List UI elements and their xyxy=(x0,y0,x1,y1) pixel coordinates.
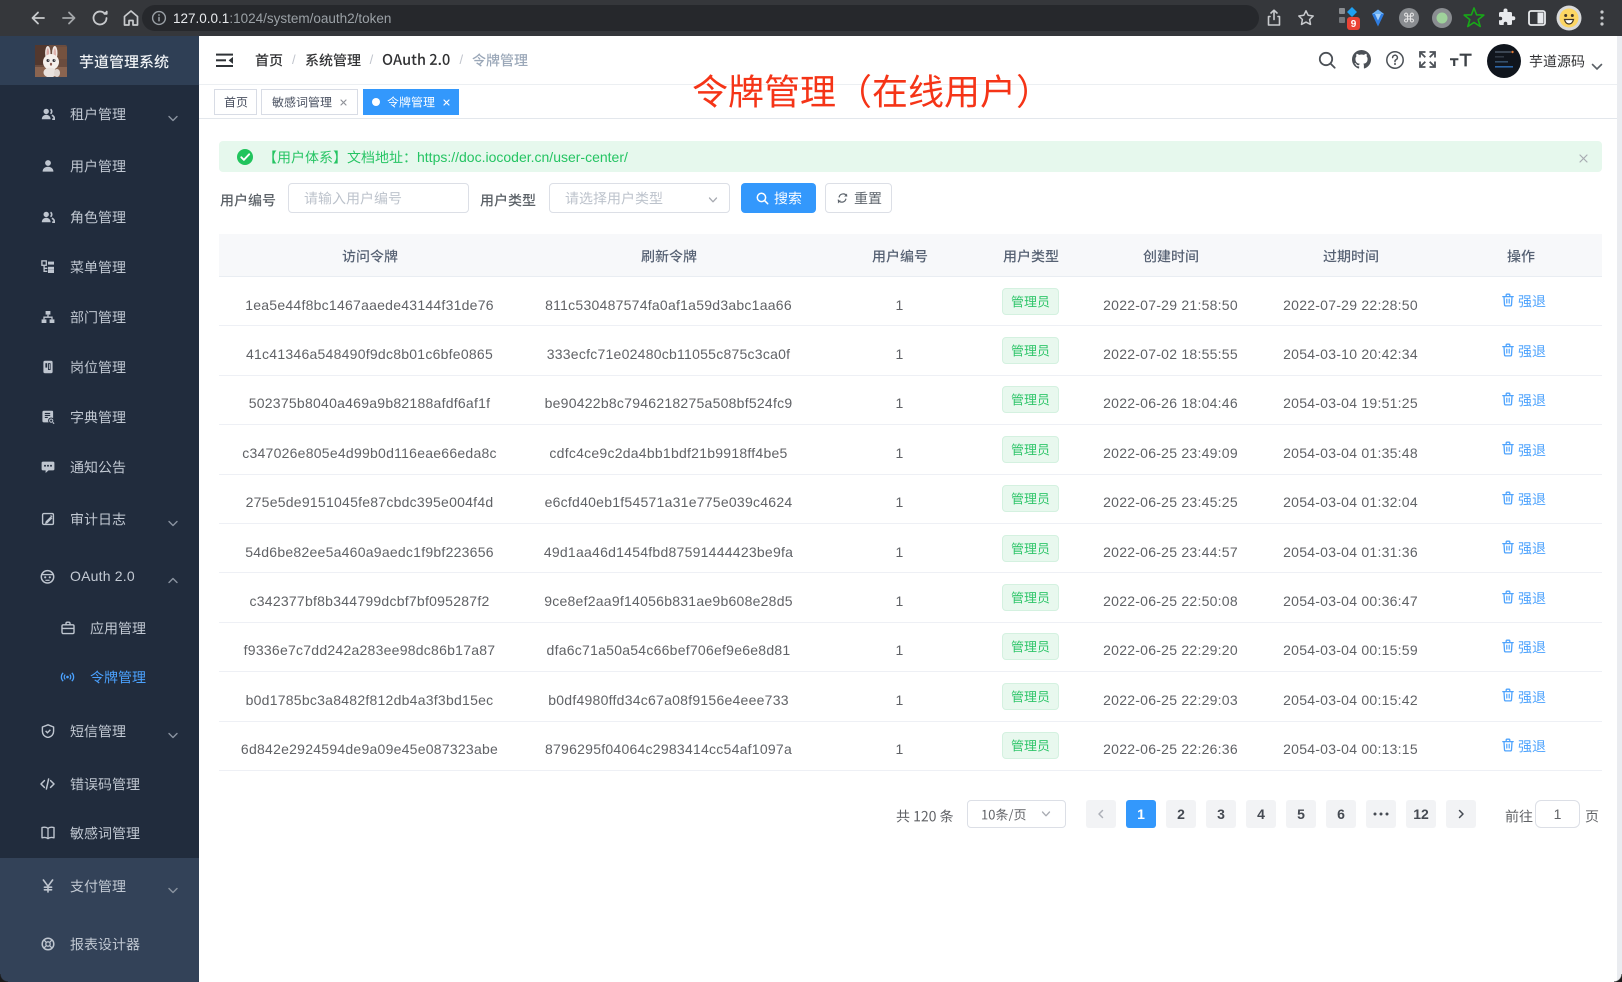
svg-text:⌘: ⌘ xyxy=(1403,11,1416,26)
svg-text:9: 9 xyxy=(1351,19,1357,30)
